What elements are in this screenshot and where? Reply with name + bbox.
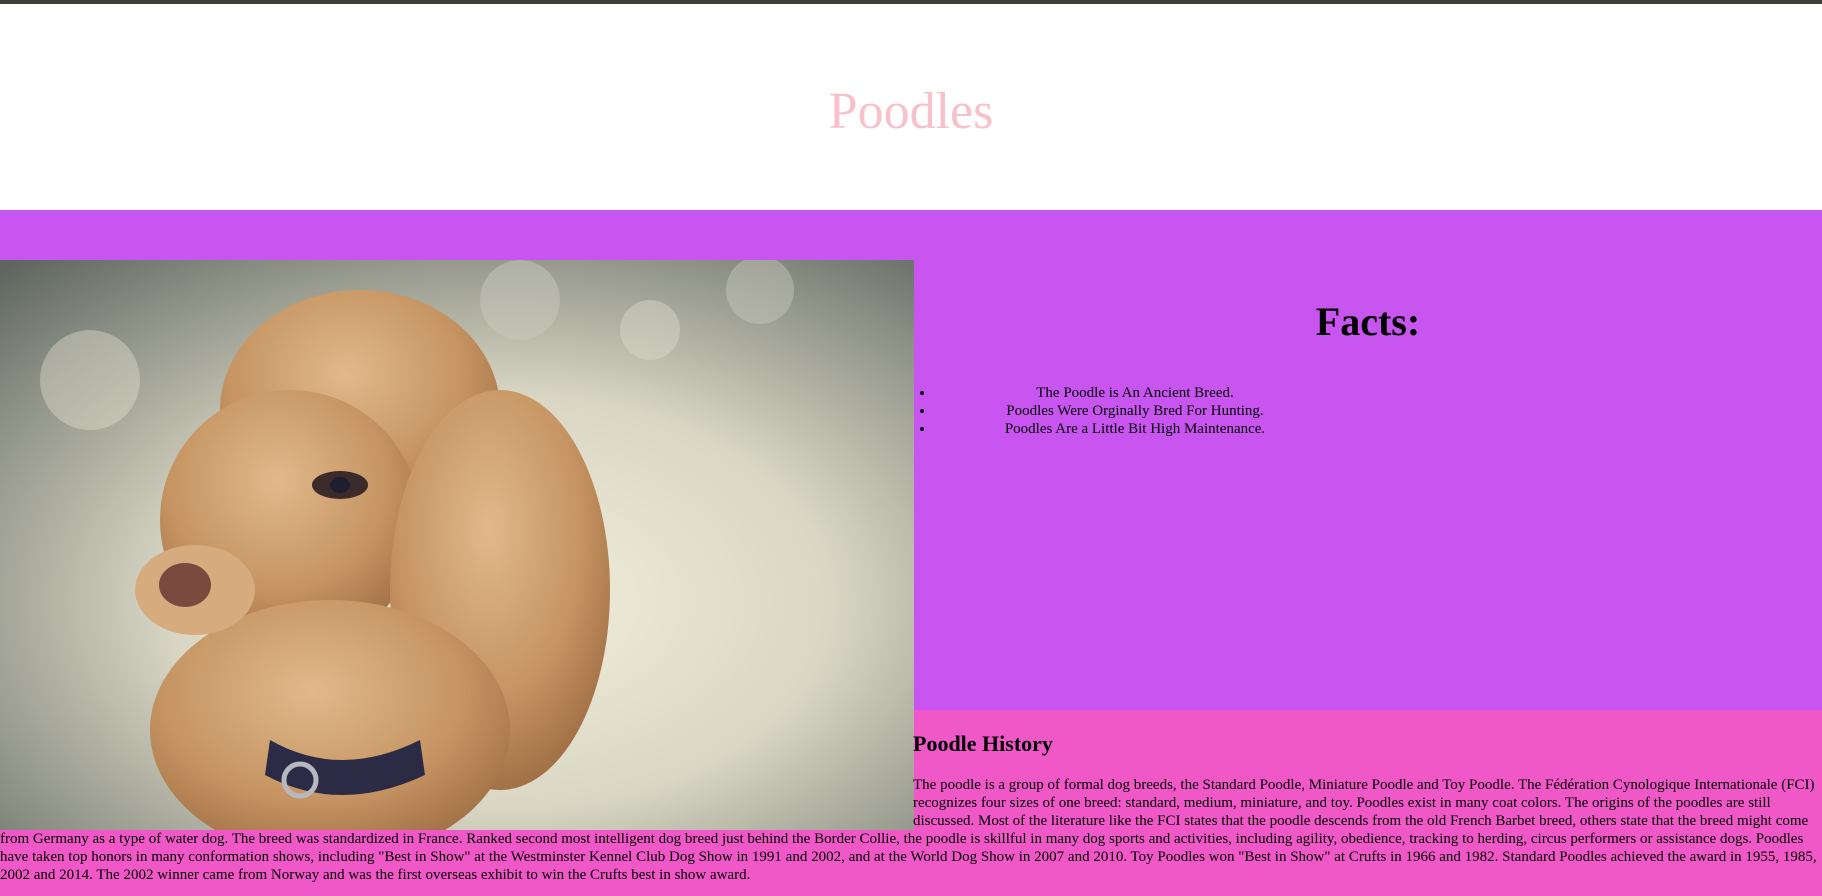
facts-list: The Poodle is An Ancient Breed. Poodles …: [935, 384, 1335, 438]
fact-item: The Poodle is An Ancient Breed.: [935, 384, 1335, 402]
page-title: Poodles: [828, 83, 994, 140]
history-heading: Poodle History: [913, 731, 1053, 756]
poodle-image-drawing: [0, 260, 914, 830]
page-header: Poodles: [0, 4, 1822, 210]
fact-item: Poodles Were Orginally Bred For Hunting.: [935, 402, 1335, 420]
fact-item: Poodles Are a Little Bit High Maintenanc…: [935, 420, 1335, 438]
history-paragraph: The poodle is a group of formal dog bree…: [0, 777, 1817, 883]
facts-heading: Facts:: [1315, 299, 1421, 344]
poodle-photo: [0, 260, 914, 830]
